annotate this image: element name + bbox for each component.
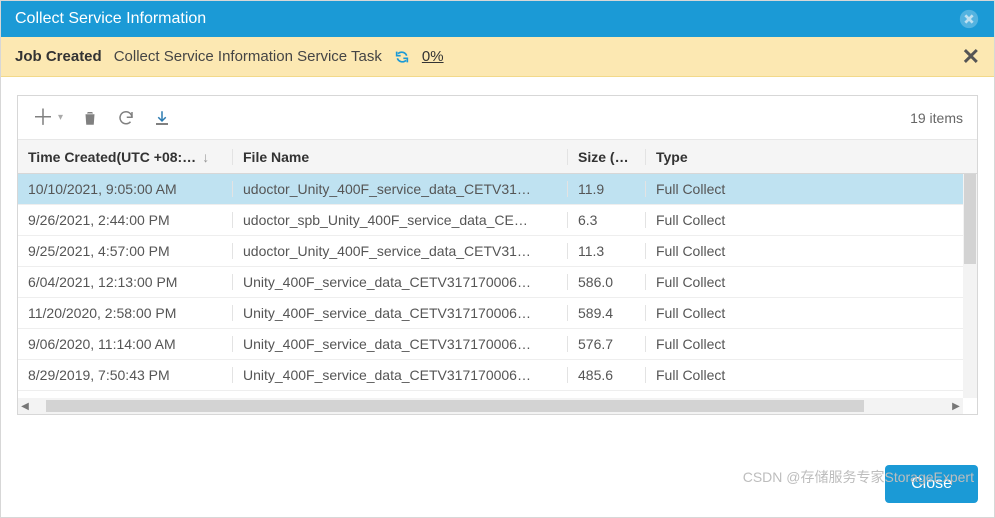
vscroll-thumb[interactable] [964, 174, 976, 264]
cell-time: 9/06/2020, 11:14:00 AM [18, 336, 233, 352]
cell-file: Unity_400F_service_data_CETV317170006… [233, 274, 568, 290]
cell-size: 586.0 [568, 274, 646, 290]
hscroll-right-icon[interactable]: ▶ [949, 401, 963, 412]
cell-type: Full Collect [646, 181, 963, 197]
caret-down-icon: ▾ [58, 109, 63, 127]
table-row[interactable]: 8/29/2019, 7:50:43 PMUnity_400F_service_… [18, 360, 963, 391]
titlebar: Collect Service Information [1, 1, 994, 37]
close-button[interactable]: Close [885, 465, 978, 503]
cell-type: Full Collect [646, 274, 963, 290]
table-row[interactable]: 11/20/2020, 2:58:00 PMUnity_400F_service… [18, 298, 963, 329]
job-task: Collect Service Information Service Task [114, 48, 382, 65]
cell-type: Full Collect [646, 212, 963, 228]
table-row[interactable]: 9/06/2020, 11:14:00 AMUnity_400F_service… [18, 329, 963, 360]
dialog-title: Collect Service Information [15, 10, 206, 28]
delete-button[interactable] [81, 109, 99, 127]
cell-size: 485.6 [568, 367, 646, 383]
refresh-icon[interactable] [394, 49, 410, 65]
cell-file: udoctor_Unity_400F_service_data_CETV31… [233, 243, 568, 259]
cell-time: 9/25/2021, 4:57:00 PM [18, 243, 233, 259]
cell-time: 10/10/2021, 9:05:00 AM [18, 181, 233, 197]
cell-time: 11/20/2020, 2:58:00 PM [18, 305, 233, 321]
dialog: Collect Service Information Job Created … [0, 0, 995, 518]
cell-size: 589.4 [568, 305, 646, 321]
job-progress-link[interactable]: 0% [422, 48, 444, 65]
cell-time: 8/29/2019, 7:50:43 PM [18, 367, 233, 383]
cell-type: Full Collect [646, 336, 963, 352]
table-row[interactable]: 6/04/2021, 12:13:00 PMUnity_400F_service… [18, 267, 963, 298]
cell-file: udoctor_spb_Unity_400F_service_data_CE… [233, 212, 568, 228]
cell-file: Unity_400F_service_data_CETV317170006… [233, 367, 568, 383]
dismiss-job-icon[interactable]: ✕ [962, 44, 980, 70]
horizontal-scrollbar[interactable]: ◀ ▶ [18, 398, 963, 414]
cell-size: 11.9 [568, 181, 646, 197]
col-type[interactable]: Type [646, 149, 977, 165]
header-row: Time Created(UTC +08:… ↓ File Name Size … [18, 140, 977, 174]
vertical-scrollbar[interactable] [963, 174, 977, 398]
cell-type: Full Collect [646, 367, 963, 383]
cell-time: 6/04/2021, 12:13:00 PM [18, 274, 233, 290]
cell-file: udoctor_Unity_400F_service_data_CETV31… [233, 181, 568, 197]
grid-panel: ＋▾ 19 items Time Created(UTC +08:… ↓ [17, 95, 978, 415]
sort-desc-icon: ↓ [202, 149, 209, 165]
table-row[interactable]: 9/26/2021, 2:44:00 PMudoctor_spb_Unity_4… [18, 205, 963, 236]
dialog-footer: Close [1, 447, 994, 517]
cell-size: 576.7 [568, 336, 646, 352]
col-file-name[interactable]: File Name [233, 149, 568, 165]
cell-file: Unity_400F_service_data_CETV317170006… [233, 305, 568, 321]
cell-type: Full Collect [646, 243, 963, 259]
job-bar: Job Created Collect Service Information … [1, 37, 994, 77]
download-button[interactable] [153, 109, 171, 127]
cell-size: 6.3 [568, 212, 646, 228]
cell-size: 11.3 [568, 243, 646, 259]
table-row[interactable]: 9/25/2021, 4:57:00 PMudoctor_Unity_400F_… [18, 236, 963, 267]
refresh-button[interactable] [117, 109, 135, 127]
hscroll-left-icon[interactable]: ◀ [18, 401, 32, 412]
add-button[interactable]: ＋▾ [32, 109, 63, 127]
toolbar: ＋▾ 19 items [18, 96, 977, 140]
grid-body: 10/10/2021, 9:05:00 AMudoctor_Unity_400F… [18, 174, 963, 398]
items-count: 19 items [910, 110, 963, 126]
hscroll-track[interactable] [46, 399, 935, 413]
cell-file: Unity_400F_service_data_CETV317170006… [233, 336, 568, 352]
dialog-body: ＋▾ 19 items Time Created(UTC +08:… ↓ [1, 77, 994, 447]
close-icon[interactable] [958, 8, 980, 30]
hscroll-thumb[interactable] [46, 400, 864, 412]
cell-type: Full Collect [646, 305, 963, 321]
col-size[interactable]: Size (M… [568, 149, 646, 165]
table-row[interactable]: 10/10/2021, 9:05:00 AMudoctor_Unity_400F… [18, 174, 963, 205]
cell-time: 9/26/2021, 2:44:00 PM [18, 212, 233, 228]
col-time-label: Time Created(UTC +08:… [28, 149, 196, 165]
col-time-created[interactable]: Time Created(UTC +08:… ↓ [18, 149, 233, 165]
job-label: Job Created [15, 48, 102, 65]
data-grid: Time Created(UTC +08:… ↓ File Name Size … [18, 140, 977, 414]
